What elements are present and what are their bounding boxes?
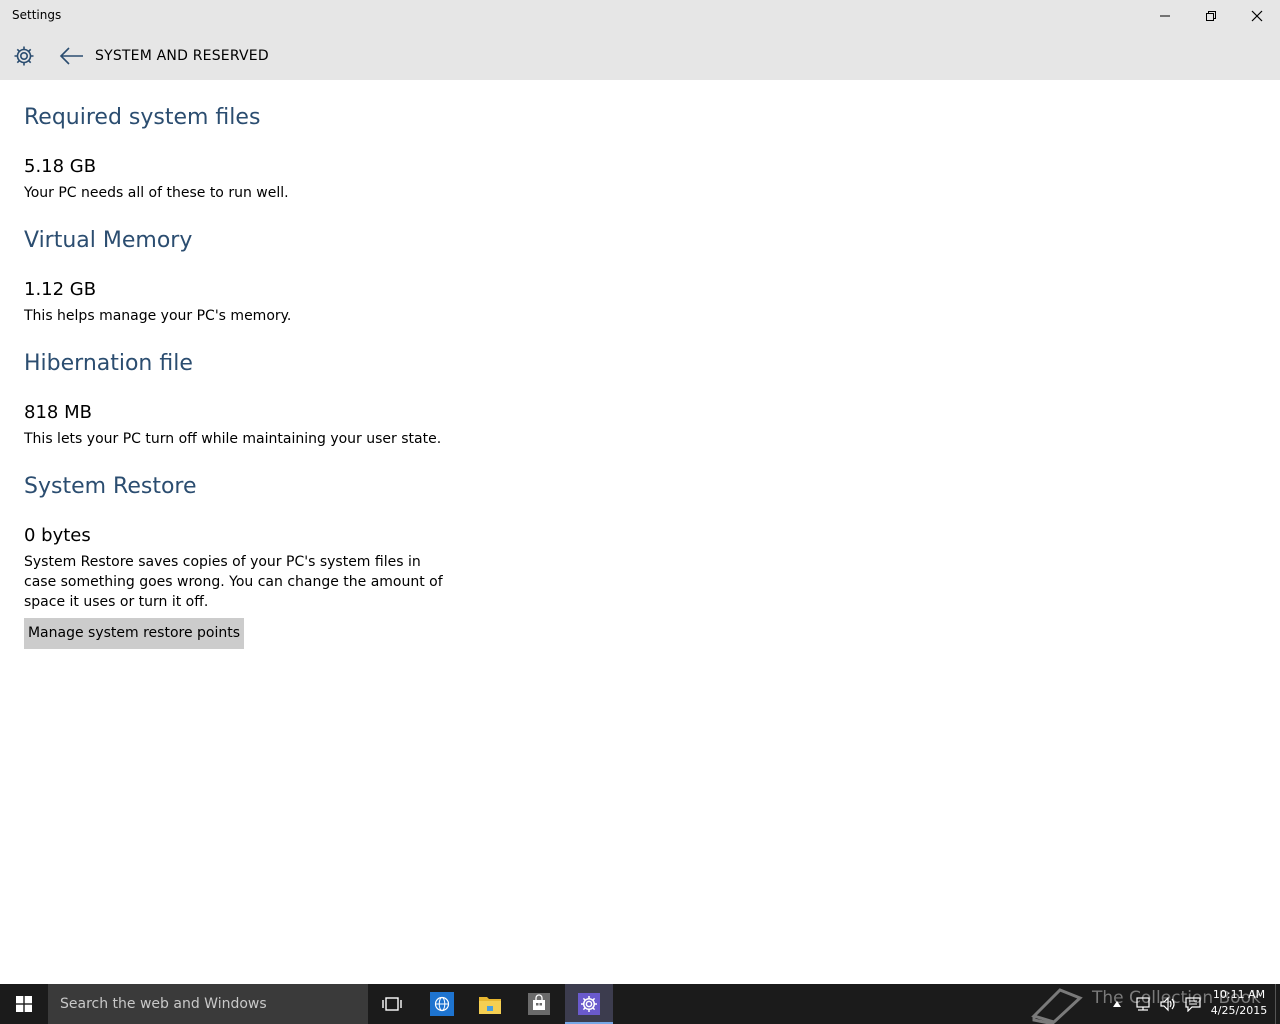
- clock-date: 4/25/2015: [1210, 1004, 1268, 1017]
- start-button[interactable]: [0, 984, 48, 1024]
- gear-icon[interactable]: [12, 44, 36, 68]
- browser-button[interactable]: [418, 984, 466, 1024]
- store-icon: [528, 993, 550, 1015]
- section-desc-hibernation-file: This lets your PC turn off while maintai…: [24, 431, 442, 447]
- section-desc-system-restore: System Restore saves copies of your PC's…: [24, 554, 443, 610]
- section-desc-required-system-files: Your PC needs all of these to run well.: [24, 185, 289, 201]
- globe-icon: [430, 992, 454, 1016]
- clock-time: 10:11 AM: [1212, 988, 1266, 1001]
- volume-button[interactable]: [1157, 984, 1179, 1024]
- book-icon: [1031, 988, 1083, 1024]
- close-icon: [1251, 10, 1263, 22]
- header-bar: SYSTEM AND RESERVED: [0, 32, 1280, 80]
- chevron-up-icon: [1113, 1001, 1121, 1007]
- section-size-required-system-files: 5.18 GB: [24, 156, 97, 177]
- search-input[interactable]: [48, 984, 368, 1024]
- search-box[interactable]: [48, 984, 368, 1024]
- folder-icon: [479, 997, 501, 1014]
- clock[interactable]: 10:11 AM 4/25/2015: [1208, 987, 1270, 1019]
- manage-restore-points-button[interactable]: Manage system restore points: [24, 618, 244, 649]
- windows-logo-icon: [16, 996, 32, 1012]
- section-size-system-restore: 0 bytes: [24, 525, 91, 546]
- section-title-system-restore: System Restore: [24, 474, 197, 499]
- restore-icon: [1206, 11, 1216, 21]
- network-button[interactable]: [1132, 984, 1154, 1024]
- action-center-button[interactable]: [1182, 984, 1204, 1024]
- store-button[interactable]: [515, 984, 563, 1024]
- message-icon: [1185, 997, 1201, 1012]
- close-button[interactable]: [1234, 0, 1280, 32]
- restore-button[interactable]: [1188, 0, 1234, 32]
- show-desktop-button[interactable]: [1275, 984, 1280, 1024]
- gear-icon: [578, 993, 600, 1015]
- network-icon: [1136, 997, 1150, 1011]
- minimize-icon: [1160, 15, 1170, 17]
- arrow-left-icon[interactable]: [58, 44, 86, 68]
- section-size-hibernation-file: 818 MB: [24, 402, 92, 423]
- file-explorer-button[interactable]: [466, 984, 514, 1024]
- section-desc-virtual-memory: This helps manage your PC's memory.: [24, 308, 292, 324]
- settings-taskbar-button[interactable]: [565, 984, 613, 1024]
- section-size-virtual-memory: 1.12 GB: [24, 279, 97, 300]
- page-title: SYSTEM AND RESERVED: [95, 48, 269, 64]
- title-bar: Settings: [0, 0, 1280, 32]
- section-title-required-system-files: Required system files: [24, 105, 261, 130]
- speaker-icon: [1160, 996, 1175, 1012]
- section-title-hibernation-file: Hibernation file: [24, 351, 193, 376]
- window-title: Settings: [12, 8, 62, 22]
- task-view-button[interactable]: [368, 984, 416, 1024]
- show-hidden-icons-button[interactable]: [1108, 984, 1126, 1024]
- section-title-virtual-memory: Virtual Memory: [24, 228, 193, 253]
- minimize-button[interactable]: [1142, 0, 1188, 32]
- task-view-icon: [382, 997, 402, 1011]
- taskbar: The Collection Book 10:11 AM 4/25/2015: [0, 984, 1280, 1024]
